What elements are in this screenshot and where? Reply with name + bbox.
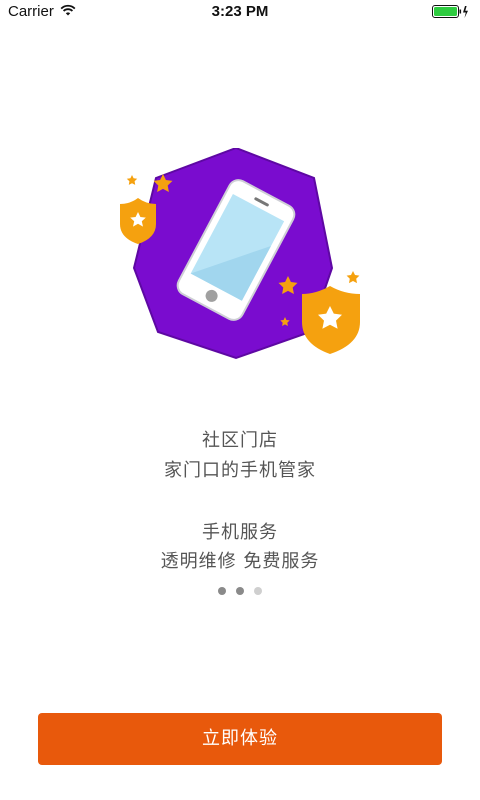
page-dot-1[interactable]: [218, 587, 226, 595]
battery-icon: [432, 5, 468, 18]
status-bar: Carrier 3:23 PM: [0, 0, 480, 24]
page-indicator[interactable]: [0, 587, 480, 595]
star-icon: [126, 175, 138, 185]
phone-shield-illustration: [120, 148, 360, 360]
page-dot-2[interactable]: [236, 587, 244, 595]
page1-title: 社区门店: [202, 430, 278, 451]
start-experience-button[interactable]: 立即体验: [38, 713, 442, 765]
page2-subtitle: 透明维修 免费服务: [160, 551, 320, 572]
status-time: 3:23 PM: [211, 3, 269, 20]
page1-subtitle: 家门口的手机管家: [164, 460, 316, 481]
shield-badge-icon: [302, 286, 360, 354]
page2-title: 手机服务: [202, 522, 278, 543]
page-dot-3[interactable]: [254, 587, 262, 595]
star-icon: [346, 271, 360, 284]
